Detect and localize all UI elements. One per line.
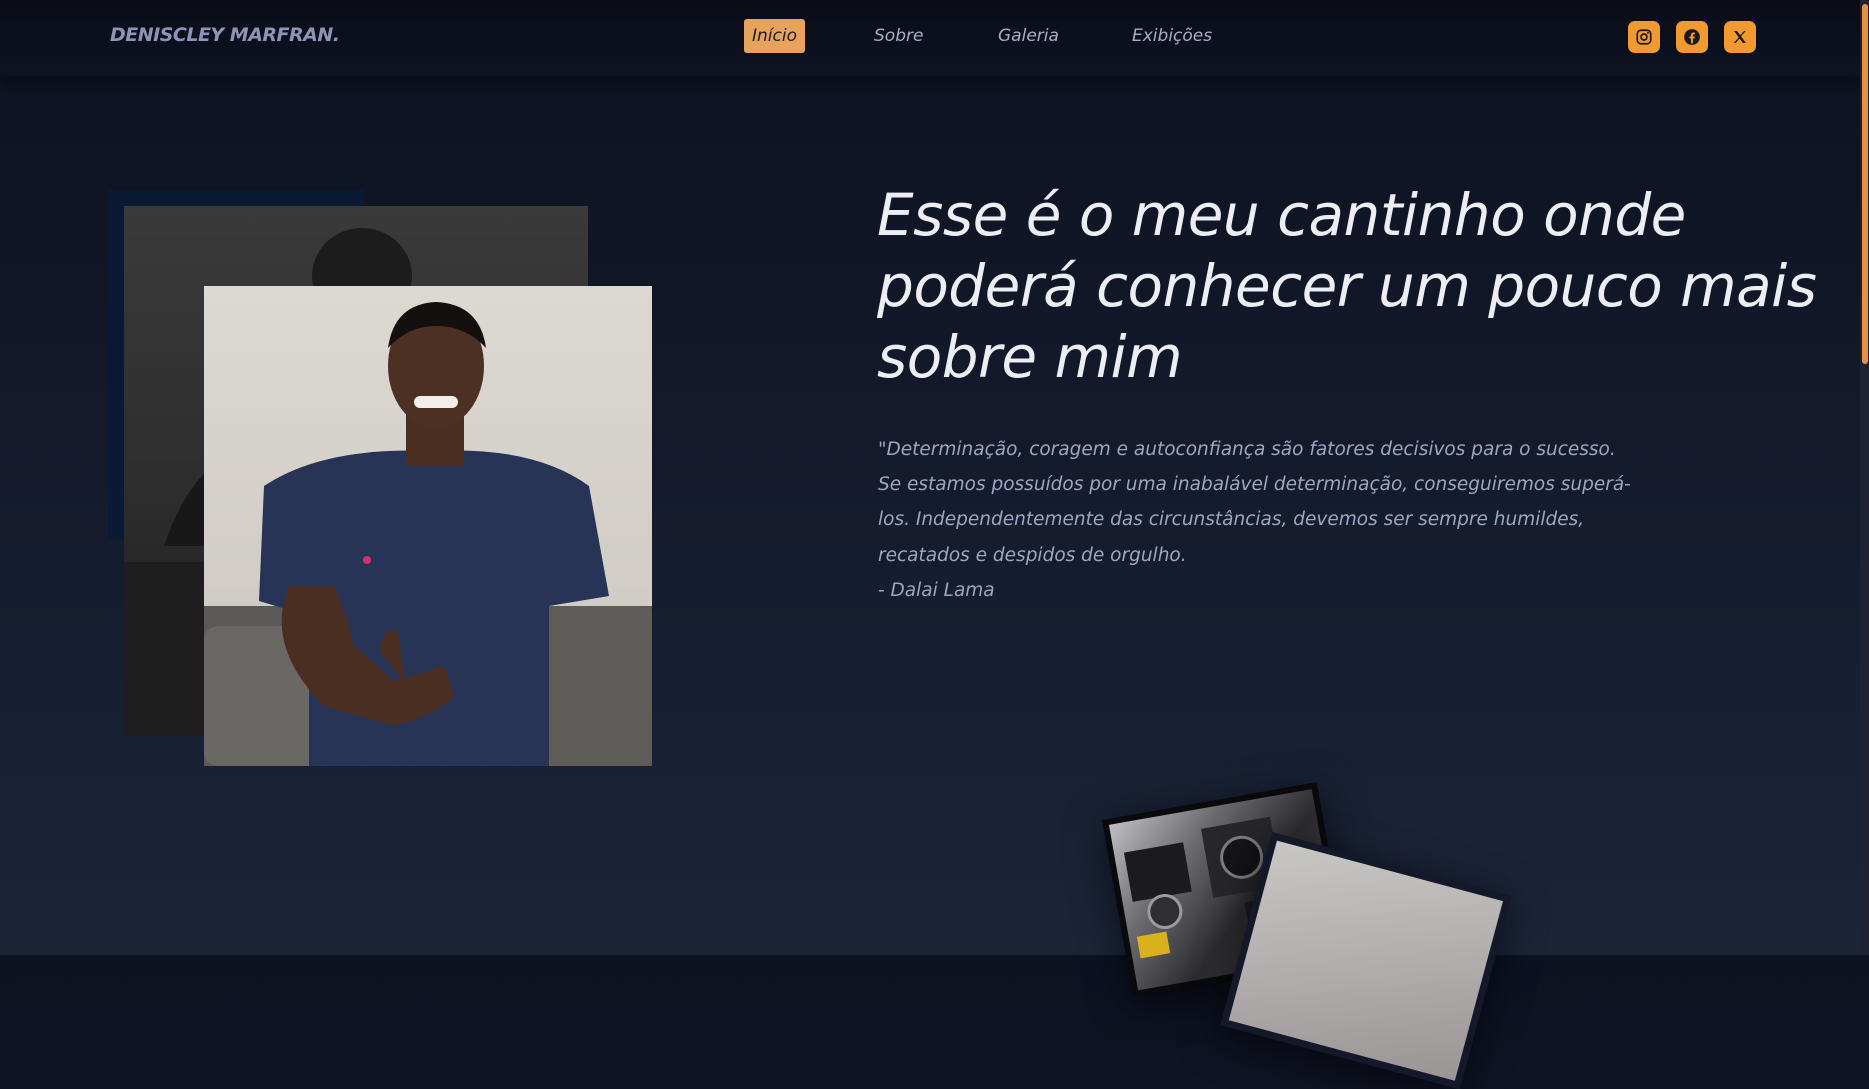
scrollbar-thumb[interactable] [1862, 4, 1868, 364]
hero-title: Esse é o meu cantinho onde poderá conhec… [877, 181, 1817, 391]
instagram-button[interactable] [1628, 21, 1660, 53]
nav-link-inicio[interactable]: Início [744, 19, 805, 53]
facebook-icon [1684, 29, 1700, 45]
site-logo[interactable]: DENISCLEY MARFRAN. [110, 24, 340, 46]
portrait-illustration [204, 302, 652, 766]
gallery-photo-blurred[interactable] [1220, 832, 1512, 1089]
x-twitter-button[interactable] [1724, 21, 1756, 53]
page-scrollbar[interactable] [1860, 0, 1869, 955]
hero-quote: "Determinação, coragem e autoconfiança s… [878, 439, 1631, 566]
instagram-icon [1636, 29, 1652, 45]
top-navbar: DENISCLEY MARFRAN. Início Sobre Galeria … [0, 0, 1860, 76]
nav-link-sobre[interactable]: Sobre [866, 19, 931, 53]
nav-link-exibicoes[interactable]: Exibições [1124, 19, 1220, 53]
blurred-photo-image [1228, 840, 1503, 1081]
main-portrait-photo [204, 286, 652, 766]
nav-link-galeria[interactable]: Galeria [990, 19, 1067, 53]
facebook-button[interactable] [1676, 21, 1708, 53]
x-twitter-icon [1733, 31, 1746, 43]
quote-author: - Dalai Lama [878, 580, 995, 601]
